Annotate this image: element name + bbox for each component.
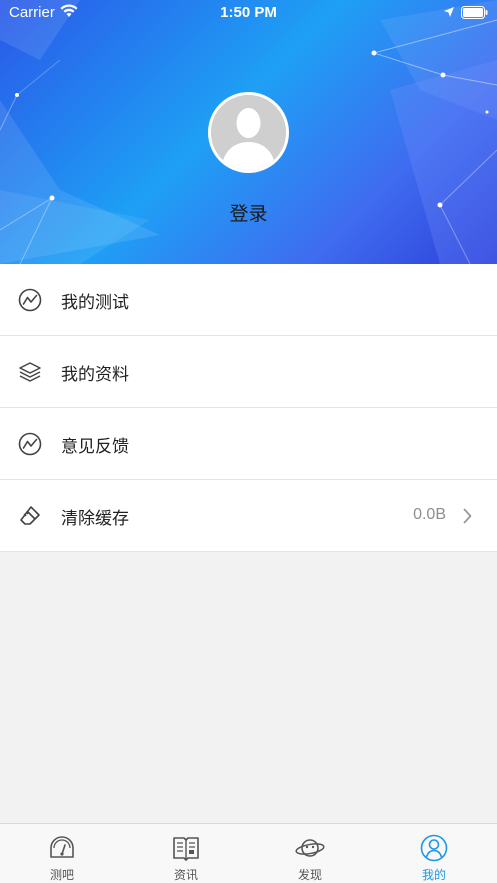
tab-mine[interactable]: 我的 (372, 824, 496, 883)
profile-header: Carrier 1:50 PM 登录 (0, 0, 497, 264)
eraser-icon (20, 506, 40, 525)
menu-item-label: 意见反馈 (61, 437, 129, 457)
avatar-placeholder-icon (211, 95, 286, 170)
chart-line-icon (18, 432, 42, 456)
tab-discover[interactable]: 发现 (248, 824, 372, 883)
settings-menu: 我的测试 我的资料 意见反馈 清除缓存 0.0B (0, 264, 497, 552)
user-icon (420, 834, 448, 862)
planet-icon (295, 839, 325, 857)
gauge-icon (50, 836, 74, 858)
tab-bar: 测吧 资讯 发现 我的 (0, 823, 497, 883)
tab-test[interactable]: 测吧 (0, 824, 124, 883)
tab-label: 我的 (421, 868, 446, 882)
menu-item-label: 我的资料 (61, 365, 129, 385)
status-bar: Carrier 1:50 PM (0, 0, 497, 26)
menu-item-label: 清除缓存 (61, 509, 129, 529)
chart-line-icon (18, 288, 42, 312)
menu-item-my-profile[interactable]: 我的资料 (0, 336, 497, 408)
menu-item-label: 我的测试 (61, 293, 129, 313)
login-button[interactable]: 登录 (0, 199, 497, 226)
battery-icon (461, 6, 488, 19)
layers-icon (19, 362, 41, 382)
status-time: 1:50 PM (220, 4, 277, 21)
tab-label: 资讯 (173, 868, 198, 882)
avatar[interactable] (208, 92, 289, 173)
location-arrow-icon (444, 7, 454, 17)
book-icon (173, 837, 199, 861)
cache-size-value: 0.0B (413, 506, 446, 523)
menu-item-clear-cache[interactable]: 清除缓存 0.0B (0, 480, 497, 552)
tab-label: 测吧 (49, 868, 74, 882)
tab-news[interactable]: 资讯 (124, 824, 248, 883)
tab-label: 发现 (297, 868, 322, 882)
chevron-right-icon (463, 508, 472, 524)
menu-item-my-tests[interactable]: 我的测试 (0, 264, 497, 336)
menu-item-feedback[interactable]: 意见反馈 (0, 408, 497, 480)
